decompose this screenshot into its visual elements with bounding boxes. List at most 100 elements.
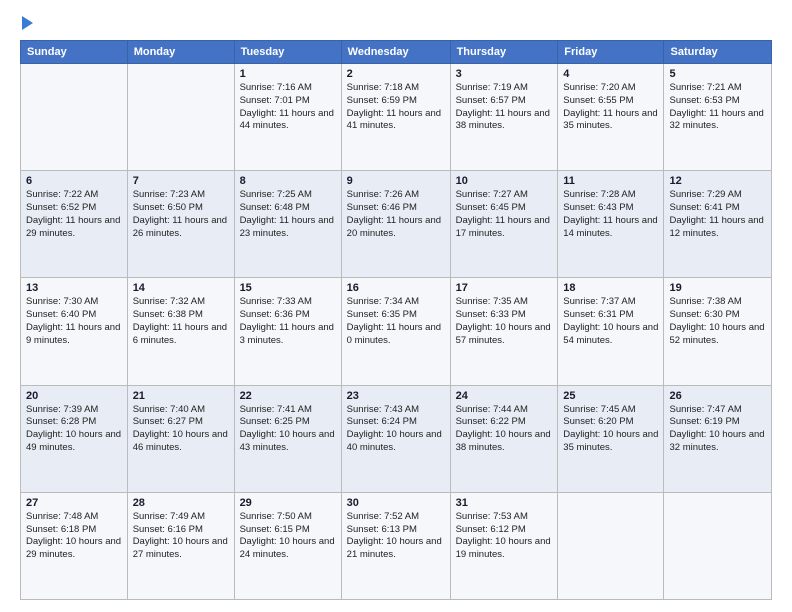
day-info: Sunrise: 7:33 AMSunset: 6:36 PMDaylight:… [240, 296, 336, 347]
calendar-cell [558, 492, 664, 599]
day-info: Sunrise: 7:47 AMSunset: 6:19 PMDaylight:… [669, 404, 766, 455]
day-info: Sunrise: 7:39 AMSunset: 6:28 PMDaylight:… [26, 404, 122, 455]
calendar-cell [21, 64, 128, 171]
day-number: 23 [347, 390, 445, 402]
day-number: 22 [240, 390, 336, 402]
calendar-cell: 5 Sunrise: 7:21 AMSunset: 6:53 PMDaylight… [664, 64, 772, 171]
calendar-cell: 3 Sunrise: 7:19 AMSunset: 6:57 PMDaylight… [450, 64, 558, 171]
col-saturday: Saturday [664, 41, 772, 64]
calendar-week-4: 20 Sunrise: 7:39 AMSunset: 6:28 PMDayligh… [21, 385, 772, 492]
calendar-cell: 27Sunrise: 7:48 AMSunset: 6:18 PMDayligh… [21, 492, 128, 599]
day-info: Sunrise: 7:40 AMSunset: 6:27 PMDaylight:… [133, 404, 229, 455]
calendar-cell: 28 Sunrise: 7:49 AMSunset: 6:16 PMDayligh… [127, 492, 234, 599]
day-number: 14 [133, 282, 229, 294]
day-info: Sunrise: 7:44 AMSunset: 6:22 PMDaylight:… [456, 404, 553, 455]
day-number: 25 [563, 390, 658, 402]
day-number: 19 [669, 282, 766, 294]
calendar-table: Sunday Monday Tuesday Wednesday Thursday… [20, 40, 772, 600]
calendar-cell: 2 Sunrise: 7:18 AMSunset: 6:59 PMDaylight… [341, 64, 450, 171]
col-friday: Friday [558, 41, 664, 64]
day-number: 16 [347, 282, 445, 294]
day-number: 8 [240, 175, 336, 187]
calendar-cell: 8 Sunrise: 7:25 AMSunset: 6:48 PMDaylight… [234, 171, 341, 278]
day-info: Sunrise: 7:26 AMSunset: 6:46 PMDaylight:… [347, 189, 445, 240]
calendar-cell: 24 Sunrise: 7:44 AMSunset: 6:22 PMDayligh… [450, 385, 558, 492]
calendar-cell: 25 Sunrise: 7:45 AMSunset: 6:20 PMDayligh… [558, 385, 664, 492]
day-info: Sunrise: 7:19 AMSunset: 6:57 PMDaylight:… [456, 82, 553, 133]
day-number: 7 [133, 175, 229, 187]
logo-arrow-icon [22, 16, 33, 30]
day-number: 31 [456, 497, 553, 509]
day-number: 18 [563, 282, 658, 294]
day-info: Sunrise: 7:22 AMSunset: 6:52 PMDaylight:… [26, 189, 122, 240]
calendar-cell: 14 Sunrise: 7:32 AMSunset: 6:38 PMDayligh… [127, 278, 234, 385]
calendar-cell: 21 Sunrise: 7:40 AMSunset: 6:27 PMDayligh… [127, 385, 234, 492]
day-number: 10 [456, 175, 553, 187]
calendar-cell: 6Sunrise: 7:22 AMSunset: 6:52 PMDaylight… [21, 171, 128, 278]
calendar-cell: 23 Sunrise: 7:43 AMSunset: 6:24 PMDayligh… [341, 385, 450, 492]
day-number: 24 [456, 390, 553, 402]
day-info: Sunrise: 7:53 AMSunset: 6:12 PMDaylight:… [456, 511, 553, 562]
calendar-cell: 4 Sunrise: 7:20 AMSunset: 6:55 PMDaylight… [558, 64, 664, 171]
day-info: Sunrise: 7:28 AMSunset: 6:43 PMDaylight:… [563, 189, 658, 240]
day-number: 13 [26, 282, 122, 294]
day-number: 15 [240, 282, 336, 294]
day-info: Sunrise: 7:43 AMSunset: 6:24 PMDaylight:… [347, 404, 445, 455]
calendar-cell: 9 Sunrise: 7:26 AMSunset: 6:46 PMDaylight… [341, 171, 450, 278]
day-number: 1 [240, 68, 336, 80]
day-info: Sunrise: 7:45 AMSunset: 6:20 PMDaylight:… [563, 404, 658, 455]
day-info: Sunrise: 7:29 AMSunset: 6:41 PMDaylight:… [669, 189, 766, 240]
col-monday: Monday [127, 41, 234, 64]
calendar-cell: 26 Sunrise: 7:47 AMSunset: 6:19 PMDayligh… [664, 385, 772, 492]
logo [20, 16, 33, 30]
day-number: 9 [347, 175, 445, 187]
day-info: Sunrise: 7:37 AMSunset: 6:31 PMDaylight:… [563, 296, 658, 347]
day-info: Sunrise: 7:20 AMSunset: 6:55 PMDaylight:… [563, 82, 658, 133]
col-thursday: Thursday [450, 41, 558, 64]
day-number: 30 [347, 497, 445, 509]
calendar-cell: 29 Sunrise: 7:50 AMSunset: 6:15 PMDayligh… [234, 492, 341, 599]
day-number: 27 [26, 497, 122, 509]
calendar-cell: 13Sunrise: 7:30 AMSunset: 6:40 PMDayligh… [21, 278, 128, 385]
day-info: Sunrise: 7:35 AMSunset: 6:33 PMDaylight:… [456, 296, 553, 347]
day-number: 3 [456, 68, 553, 80]
day-info: Sunrise: 7:49 AMSunset: 6:16 PMDaylight:… [133, 511, 229, 562]
day-number: 21 [133, 390, 229, 402]
col-sunday: Sunday [21, 41, 128, 64]
day-number: 26 [669, 390, 766, 402]
header [20, 16, 772, 30]
calendar-cell [664, 492, 772, 599]
day-number: 12 [669, 175, 766, 187]
calendar-cell: 20 Sunrise: 7:39 AMSunset: 6:28 PMDayligh… [21, 385, 128, 492]
day-info: Sunrise: 7:23 AMSunset: 6:50 PMDaylight:… [133, 189, 229, 240]
day-info: Sunrise: 7:21 AMSunset: 6:53 PMDaylight:… [669, 82, 766, 133]
day-info: Sunrise: 7:38 AMSunset: 6:30 PMDaylight:… [669, 296, 766, 347]
day-number: 28 [133, 497, 229, 509]
calendar-week-1: 1Sunrise: 7:16 AMSunset: 7:01 PMDaylight… [21, 64, 772, 171]
day-info: Sunrise: 7:32 AMSunset: 6:38 PMDaylight:… [133, 296, 229, 347]
day-info: Sunrise: 7:27 AMSunset: 6:45 PMDaylight:… [456, 189, 553, 240]
col-wednesday: Wednesday [341, 41, 450, 64]
day-number: 4 [563, 68, 658, 80]
page: Sunday Monday Tuesday Wednesday Thursday… [0, 0, 792, 612]
calendar-week-5: 27Sunrise: 7:48 AMSunset: 6:18 PMDayligh… [21, 492, 772, 599]
calendar-cell: 18 Sunrise: 7:37 AMSunset: 6:31 PMDayligh… [558, 278, 664, 385]
calendar-cell: 30Sunrise: 7:52 AMSunset: 6:13 PMDayligh… [341, 492, 450, 599]
calendar-week-3: 13Sunrise: 7:30 AMSunset: 6:40 PMDayligh… [21, 278, 772, 385]
calendar-cell: 15 Sunrise: 7:33 AMSunset: 6:36 PMDayligh… [234, 278, 341, 385]
day-number: 11 [563, 175, 658, 187]
calendar-cell: 22Sunrise: 7:41 AMSunset: 6:25 PMDayligh… [234, 385, 341, 492]
day-info: Sunrise: 7:25 AMSunset: 6:48 PMDaylight:… [240, 189, 336, 240]
calendar-cell [127, 64, 234, 171]
col-tuesday: Tuesday [234, 41, 341, 64]
day-info: Sunrise: 7:34 AMSunset: 6:35 PMDaylight:… [347, 296, 445, 347]
day-number: 2 [347, 68, 445, 80]
day-info: Sunrise: 7:50 AMSunset: 6:15 PMDaylight:… [240, 511, 336, 562]
calendar-cell: 17 Sunrise: 7:35 AMSunset: 6:33 PMDayligh… [450, 278, 558, 385]
day-number: 5 [669, 68, 766, 80]
day-info: Sunrise: 7:18 AMSunset: 6:59 PMDaylight:… [347, 82, 445, 133]
header-row: Sunday Monday Tuesday Wednesday Thursday… [21, 41, 772, 64]
day-number: 20 [26, 390, 122, 402]
day-number: 17 [456, 282, 553, 294]
day-number: 29 [240, 497, 336, 509]
